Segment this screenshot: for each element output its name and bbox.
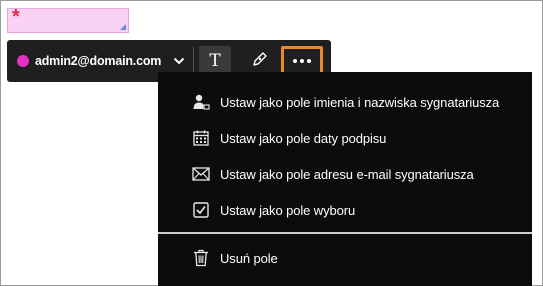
- text-tool-icon: T: [209, 51, 221, 71]
- menu-item-email-field[interactable]: Ustaw jako pole adresu e-mail sygnatariu…: [158, 157, 532, 191]
- pen-icon: [251, 50, 269, 73]
- chevron-down-icon: [173, 57, 185, 65]
- required-marker: *: [12, 6, 20, 28]
- toolbar-divider: [193, 47, 194, 75]
- menu-item-date-field[interactable]: Ustaw jako pole daty podpisu: [158, 121, 532, 155]
- checkbox-icon: [192, 201, 210, 219]
- menu-item-label: Ustaw jako pole wyboru: [220, 202, 356, 218]
- menu-item-label: Ustaw jako pole adresu e-mail sygnatariu…: [220, 166, 474, 182]
- menu-item-name-field[interactable]: Ustaw jako pole imienia i nazwiska sygna…: [158, 85, 532, 119]
- menu-separator: [158, 232, 532, 234]
- trash-icon: [192, 249, 210, 267]
- menu-item-label: Ustaw jako pole imienia i nazwiska sygna…: [220, 94, 500, 110]
- person-name-icon: [192, 93, 210, 111]
- menu-item-checkbox-field[interactable]: Ustaw jako pole wyboru: [158, 193, 532, 227]
- envelope-icon: [192, 165, 210, 183]
- form-field[interactable]: *: [7, 6, 129, 33]
- field-options-menu: Ustaw jako pole imienia i nazwiska sygna…: [158, 72, 532, 286]
- menu-item-label: Usuń pole: [220, 250, 278, 266]
- recipient-color-dot: [17, 55, 29, 67]
- menu-item-delete-field[interactable]: Usuń pole: [158, 241, 532, 275]
- more-icon: [293, 59, 311, 63]
- recipient-email: admin2@domain.com: [35, 54, 162, 68]
- calendar-icon: [192, 129, 210, 147]
- resize-handle[interactable]: [120, 24, 126, 30]
- menu-item-label: Ustaw jako pole daty podpisu: [220, 130, 387, 146]
